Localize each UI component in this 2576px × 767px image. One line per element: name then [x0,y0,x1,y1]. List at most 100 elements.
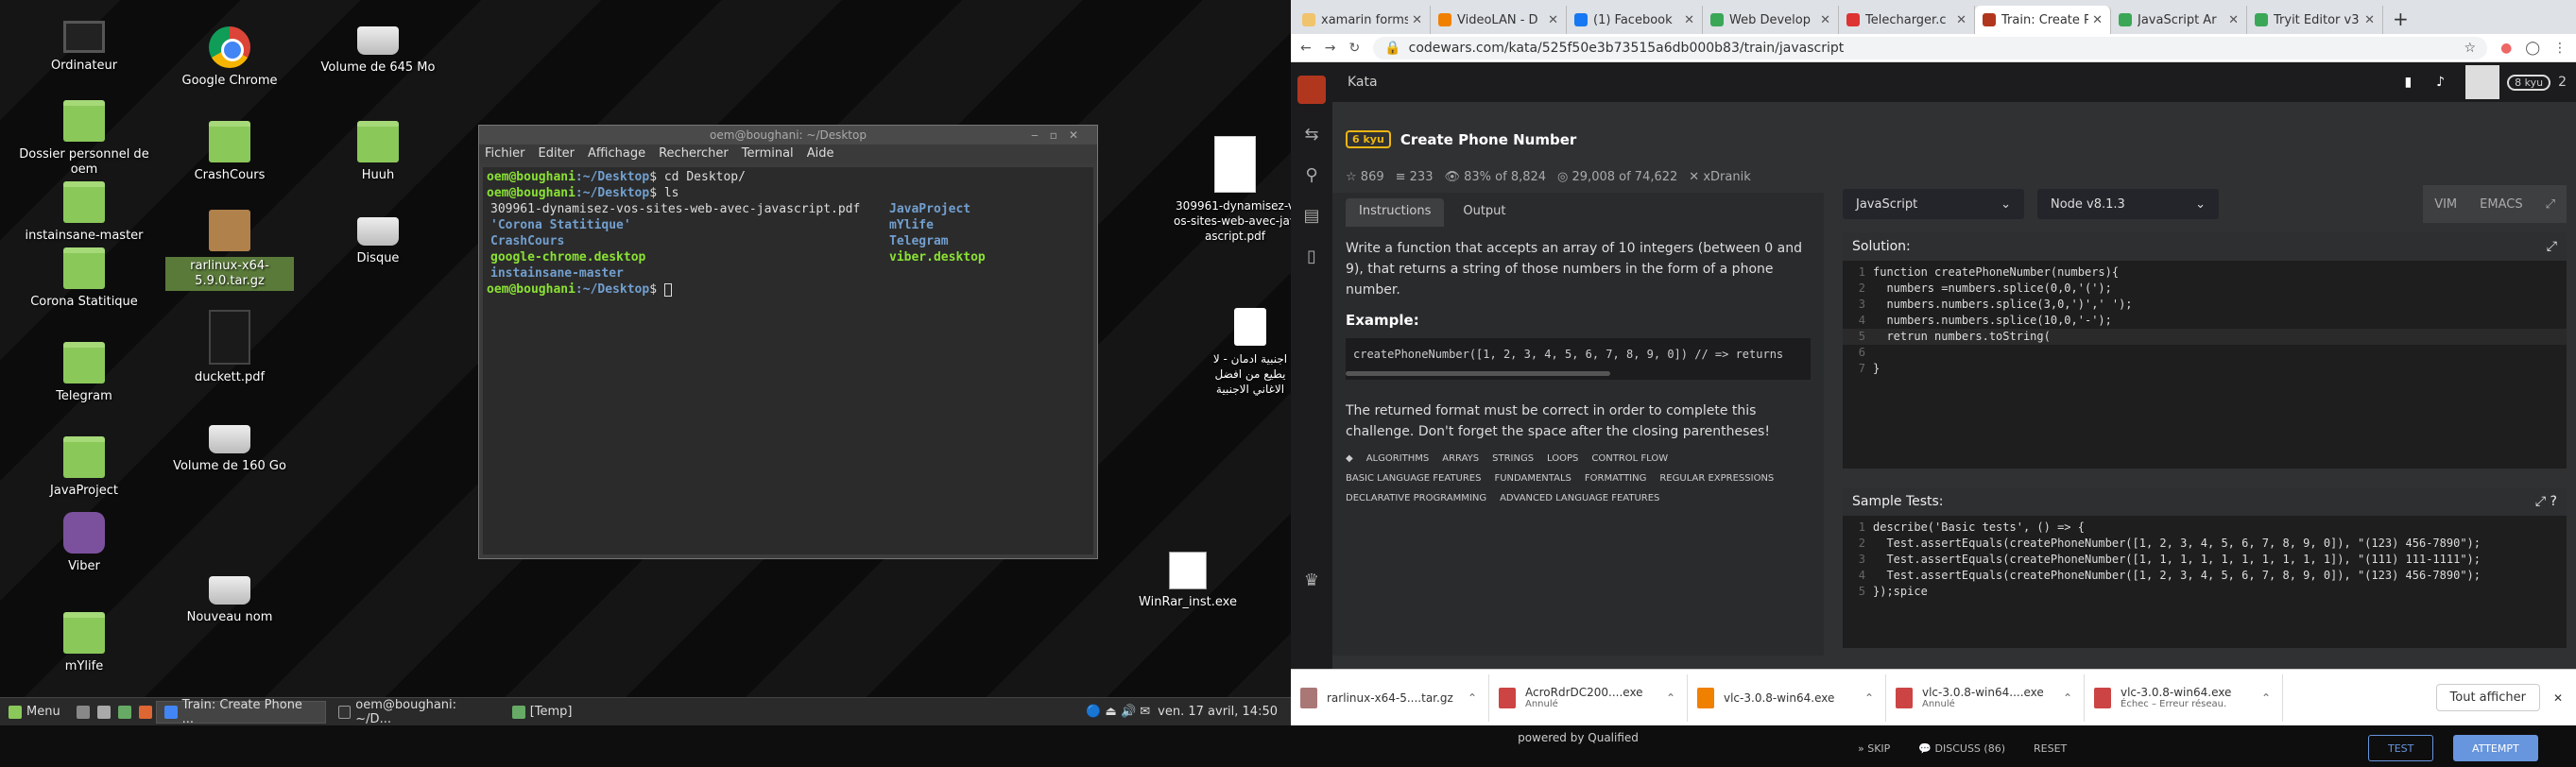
tab-output[interactable]: Output [1450,198,1519,227]
taskbar-item-chrome[interactable]: Train: Create Phone ... [155,698,326,726]
chevron-up-icon[interactable]: ⌃ [1666,691,1675,705]
taskbar-item-terminal[interactable]: oem@boughani: ~/D... [330,698,500,726]
desktop-icon-crashcours[interactable]: CrashCours [159,121,301,183]
window-controls[interactable]: ‒▫✕ [1031,126,1090,145]
chevron-up-icon[interactable]: ⌃ [1468,691,1477,705]
close-tab-icon[interactable]: ✕ [1956,13,1966,27]
tab-javascript[interactable]: JavaScript Ar ✕ [2111,6,2247,34]
address-bar[interactable]: 🔒 codewars.com/kata/525f50e3b73515a6db000… [1373,36,2488,60]
section-label[interactable]: Kata [1348,75,1378,90]
show-desktop-icon[interactable] [76,705,90,719]
trophy-icon[interactable]: ♛ [1304,571,1319,590]
version-select[interactable]: Node v8.1.3 ⌄ [2037,189,2219,219]
chevron-up-icon[interactable]: ⌃ [2063,691,2072,705]
menu-aide[interactable]: Aide [807,145,834,163]
desktop-icon-javaproject[interactable]: JavaProject [13,436,155,499]
terminal-output[interactable]: oem@boughani:~/Desktop$ cd Desktop/oem@b… [483,167,1093,554]
close-tab-icon[interactable]: ✕ [1820,13,1830,27]
tests-editor[interactable]: 1 describe('Basic tests', () => {2 Test.a… [1843,516,2567,604]
tag[interactable]: Advanced Language Features [1500,493,1660,503]
tab-codewars[interactable]: Train: Create P ✕ [1975,6,2111,34]
discuss-button[interactable]: 💬 DISCUSS (86) [1911,737,2013,760]
new-tab-icon[interactable]: + [2383,8,2418,34]
desktop-icon-disque[interactable]: Disque [307,204,449,266]
desktop-icon-volume645[interactable]: Volume de 645 Mo [307,13,449,76]
desktop-icon-chrome[interactable]: Google Chrome [159,26,301,89]
close-icon[interactable]: ✕ [2553,691,2563,705]
docs-icon[interactable]: ▯ [1307,247,1316,266]
practice-icon[interactable]: ⇆ [1304,125,1318,145]
bookmark-star-icon[interactable]: ☆ [2464,41,2477,56]
solution-editor[interactable]: 1 function createPhoneNumber(numbers){2 n… [1843,261,2567,381]
chevron-up-icon[interactable]: ⌃ [1864,691,1874,705]
attempt-button[interactable]: ATTEMPT [2453,735,2538,761]
bookmark-icon[interactable]: ▮ [2404,75,2412,90]
desktop-icon-home[interactable]: Dossier personnel de oem [13,100,155,178]
vim-mode[interactable]: VIM [2423,197,2468,212]
tab-telecharger[interactable]: Telecharger.c ✕ [1839,6,1975,34]
chat-icon[interactable]: ▤ [1303,206,1319,226]
desktop-icon-rarlinux[interactable]: rarlinux-x64-5.9.0.tar.gz [159,210,301,291]
desktop-icon-telegram[interactable]: Telegram [13,342,155,404]
tag[interactable]: Control Flow [1591,453,1669,464]
reload-icon[interactable]: ↻ [1348,41,1360,56]
tab-facebook[interactable]: (1) Facebook ✕ [1567,6,1703,34]
download-item[interactable]: vlc-3.0.8-win64....exe Annulé ⌃ [1886,673,2085,722]
tag[interactable]: Basic Language Features [1346,473,1482,484]
firefox-launcher-icon[interactable] [138,705,152,719]
reset-button[interactable]: RESET [2026,737,2074,760]
powered-by[interactable]: powered by Qualified [1332,731,1824,744]
back-icon[interactable]: ← [1300,41,1312,56]
close-tab-icon[interactable]: ✕ [1548,13,1558,27]
tag[interactable]: Arrays [1442,453,1480,464]
terminal-launcher-icon[interactable] [96,705,111,719]
terminal-window[interactable]: oem@boughani: ~/Desktop ‒▫✕ Fichier Edite… [478,125,1098,559]
desktop-icon-js-pdf[interactable]: 309961-dynamisez-vos-sites-web-avec-java… [1164,136,1306,244]
menu-dots-icon[interactable]: ⋮ [2553,41,2567,56]
tag[interactable]: Algorithms [1365,453,1430,464]
download-item[interactable]: rarlinux-x64-5....tar.gz ⌃ [1291,673,1489,722]
terminal-titlebar[interactable]: oem@boughani: ~/Desktop ‒▫✕ [479,126,1097,145]
tag[interactable]: Fundamentals [1494,473,1571,484]
download-item[interactable]: vlc-3.0.8-win64.exe ⌃ [1688,673,1886,722]
desktop-icon-mylife[interactable]: mYlife [13,612,155,674]
close-tab-icon[interactable]: ✕ [2364,13,2375,27]
tab-webdev[interactable]: Web Develop ✕ [1703,6,1839,34]
desktop-icon-duckett[interactable]: duckett.pdf [159,310,301,385]
desktop-icon-ordinateur[interactable]: Ordinateur [13,21,155,74]
desktop-icon-winrar[interactable]: WinRar_inst.exe [1117,552,1259,610]
menu-button[interactable]: Menu [0,701,69,724]
chevron-up-icon[interactable]: ⌃ [2261,691,2271,705]
tag[interactable]: Formatting [1584,473,1647,484]
avatar[interactable] [2465,65,2500,99]
extension-icon[interactable]: ● [2500,41,2512,56]
tab-videolan[interactable]: VideoLAN - D ✕ [1431,6,1567,34]
tag[interactable]: Strings [1492,453,1535,464]
desktop-icon-volume160[interactable]: Volume de 160 Go [159,412,301,474]
download-item[interactable]: vlc-3.0.8-win64.exe Échec – Erreur réseau… [2085,673,2283,722]
menu-rechercher[interactable]: Rechercher [659,145,729,163]
forward-icon[interactable]: → [1325,41,1336,56]
tab-tryit[interactable]: Tryit Editor v3 ✕ [2247,6,2383,34]
language-select[interactable]: JavaScript ⌄ [1843,189,2024,219]
kata-tree-icon[interactable]: ⚲ [1305,165,1317,185]
menu-affichage[interactable]: Affichage [588,145,645,163]
files-launcher-icon[interactable] [117,705,131,719]
notifications-icon[interactable]: ♪ [2436,75,2445,90]
profile-icon[interactable]: ◯ [2525,41,2540,56]
desktop-icon-nouveau[interactable]: Nouveau nom [159,563,301,625]
fullscreen-icon[interactable]: ⤢ [2534,197,2567,212]
skip-button[interactable]: » SKIP [1850,737,1898,760]
close-tab-icon[interactable]: ✕ [2092,13,2103,27]
author-name[interactable]: xDranik [1703,170,1750,184]
emacs-mode[interactable]: EMACS [2468,197,2533,212]
close-tab-icon[interactable]: ✕ [1412,13,1422,27]
tag[interactable]: Declarative Programming [1346,493,1487,503]
desktop-icon-instainsane[interactable]: instainsane-master [13,181,155,244]
expand-help-icon[interactable]: ⤢ ? [2535,494,2557,509]
system-tray[interactable]: 🔵 ⏏ 🔊 ✉ [1086,705,1150,719]
expand-icon[interactable]: ⤢ [2547,239,2557,254]
test-button[interactable]: TEST [2368,735,2434,761]
tab-instructions[interactable]: Instructions [1346,198,1445,227]
kata-title[interactable]: Create Phone Number [1400,131,1577,148]
